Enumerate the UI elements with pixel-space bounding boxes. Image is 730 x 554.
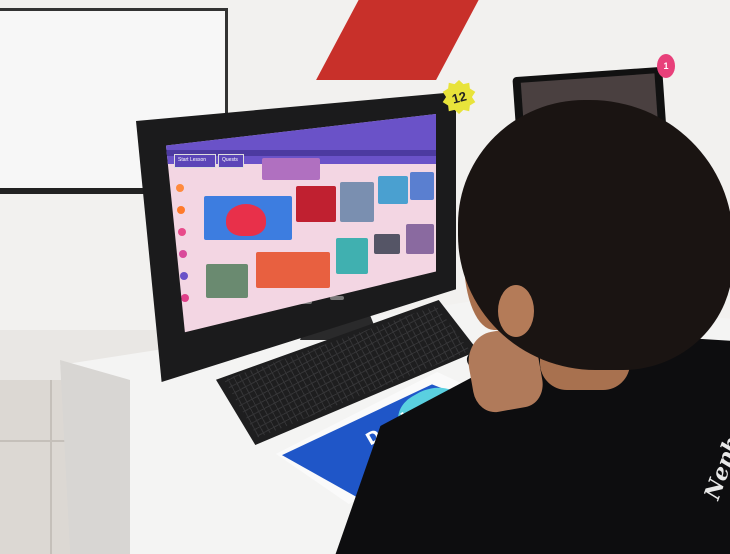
classroom-photo: Start Lesson Quests Doub Neph 12 1 <box>0 0 730 554</box>
station-number-badge-2: 1 <box>657 54 675 78</box>
game-thumbnail <box>340 182 374 222</box>
sidebar-icon <box>180 272 188 280</box>
game-thumbnail <box>378 176 408 204</box>
promo-banner <box>262 158 320 180</box>
screen-button-quests: Quests <box>218 154 244 168</box>
game-thumbnail <box>374 234 400 254</box>
station-number: 12 <box>450 87 468 107</box>
game-thumbnail <box>256 252 330 288</box>
student-hair <box>458 100 730 370</box>
sidebar-icon <box>176 184 184 192</box>
game-thumbnail <box>206 264 248 298</box>
game-thumbnail <box>406 224 434 254</box>
screen-button-start: Start Lesson <box>174 154 216 168</box>
sidebar-icon <box>177 206 185 214</box>
station-number-2: 1 <box>663 61 669 71</box>
sidebar-icon <box>179 250 187 258</box>
floor-tile-line <box>50 380 52 554</box>
game-thumbnail <box>296 186 336 222</box>
heart-graphic <box>226 204 266 236</box>
desk-edge <box>60 360 130 554</box>
sidebar-icon <box>181 294 189 302</box>
game-thumbnail <box>336 238 368 274</box>
student-ear <box>498 285 534 337</box>
game-thumbnail <box>410 172 434 200</box>
sidebar-icon <box>178 228 186 236</box>
